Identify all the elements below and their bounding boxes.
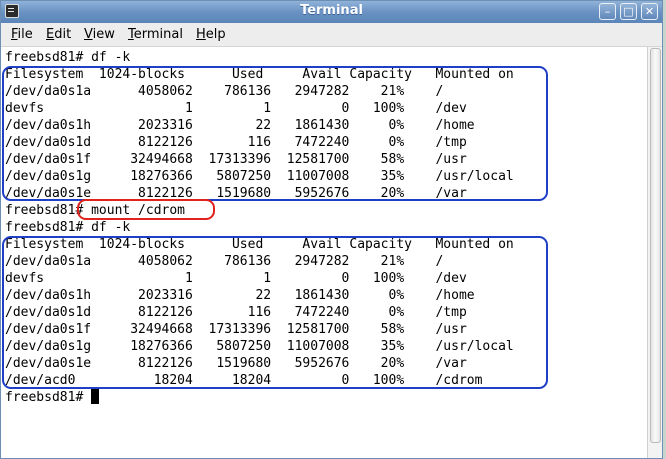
menu-terminal[interactable]: Terminal xyxy=(128,27,183,42)
menu-help[interactable]: Help xyxy=(196,27,226,42)
terminal-output[interactable]: freebsd81# df -k Filesystem 1024-blocks … xyxy=(1,47,646,458)
title-bar[interactable]: Terminal – □ ✕ xyxy=(1,1,662,24)
prompt-line: freebsd81# xyxy=(5,389,100,406)
first-output-highlight xyxy=(2,66,548,201)
vertical-scrollbar[interactable] xyxy=(647,47,662,458)
close-icon[interactable]: ✕ xyxy=(641,3,658,20)
text-cursor xyxy=(91,389,100,404)
terminal-window: Terminal – □ ✕ File Edit View Terminal H… xyxy=(0,0,663,459)
window-title: Terminal xyxy=(300,3,363,18)
menu-edit[interactable]: Edit xyxy=(46,27,71,42)
scrollbar-thumb[interactable] xyxy=(650,48,661,443)
prompt-line: freebsd81# df -k xyxy=(5,50,131,65)
menu-file[interactable]: File xyxy=(11,27,33,42)
mount-command-highlight xyxy=(77,199,215,220)
second-output-highlight xyxy=(2,236,548,389)
minimize-icon[interactable]: – xyxy=(599,3,616,20)
maximize-icon[interactable]: □ xyxy=(620,3,637,20)
prompt-line: freebsd81# df -k xyxy=(5,220,131,235)
menu-view[interactable]: View xyxy=(84,27,115,42)
menu-bar: File Edit View Terminal Help xyxy=(1,23,662,47)
